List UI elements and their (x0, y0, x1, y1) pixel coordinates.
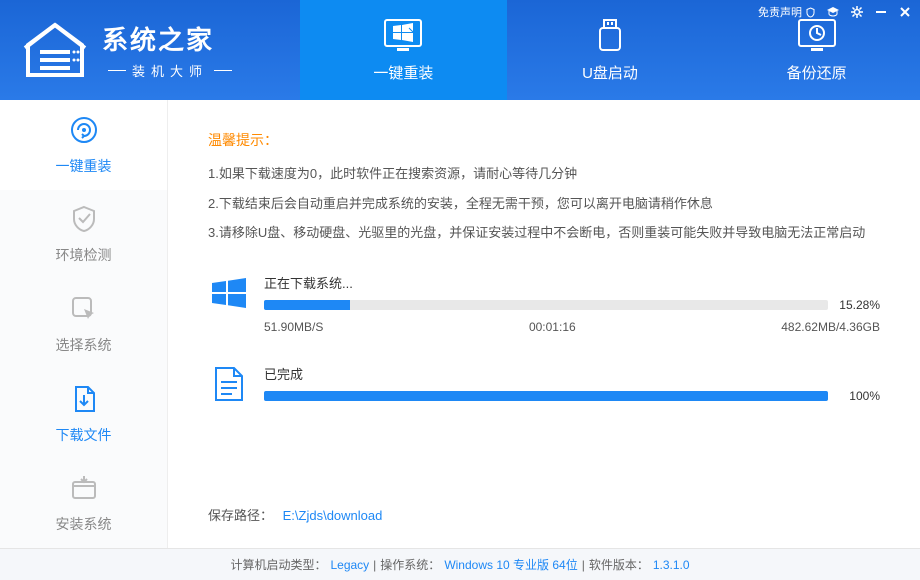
tab-label: 一键重装 (373, 62, 433, 83)
sidebar-item-label: 安装系统 (56, 514, 112, 534)
completed-progress-fill (264, 391, 828, 401)
download-elapsed: 00:01:16 (529, 320, 576, 334)
download-percent: 15.28% (836, 298, 880, 312)
shield-icon (805, 7, 816, 18)
sidebar-item-install[interactable]: 安装系统 (0, 458, 167, 548)
version-value: 1.3.1.0 (653, 558, 690, 572)
document-icon (208, 364, 248, 404)
sidebar-item-reinstall[interactable]: 一键重装 (0, 100, 167, 190)
close-icon[interactable] (898, 5, 912, 19)
logo-subtitle: 装机大师 (102, 61, 238, 80)
tips-line: 2.下载结束后会自动重启并完成系统的安装，全程无需干预，您可以离开电脑请稍作休息 (208, 194, 880, 214)
logo-title: 系统之家 (102, 20, 238, 57)
usb-icon (590, 18, 630, 54)
sidebar-item-label: 环境检测 (56, 245, 112, 265)
sidebar-item-env-check[interactable]: 环境检测 (0, 190, 167, 280)
shield-check-icon (68, 203, 100, 235)
windows-logo-icon (208, 273, 248, 313)
tab-label: U盘启动 (582, 62, 638, 83)
tab-usb-boot[interactable]: U盘启动 (507, 0, 714, 100)
file-download-icon (68, 383, 100, 415)
minimize-icon[interactable] (874, 5, 888, 19)
boot-type-value: Legacy (330, 558, 369, 572)
monitor-windows-icon (383, 18, 423, 54)
settings-icon[interactable] (850, 5, 864, 19)
boot-type-label: 计算机启动类型： (230, 556, 326, 573)
download-progress-bar (264, 300, 828, 310)
main-content: 温馨提示： 1.如果下载速度为0，此时软件正在搜索资源，请耐心等待几分钟 2.下… (168, 100, 920, 548)
footer: 计算机启动类型： Legacy | 操作系统： Windows 10 专业版 6… (0, 548, 920, 580)
logo-area: 系统之家 装机大师 (0, 0, 300, 100)
download-progress-section: 正在下载系统... 15.28% 51.90MB/S 00:01:16 482.… (208, 273, 880, 334)
logo-house-icon (20, 20, 90, 80)
os-label: 操作系统： (380, 556, 440, 573)
download-status-label: 正在下载系统... (264, 273, 880, 292)
tips-line: 3.请移除U盘、移动硬盘、光驱里的光盘，并保证安装过程中不会断电，否则重装可能失… (208, 223, 880, 243)
sidebar: 一键重装 环境检测 选择系统 下载文件 安装系统 (0, 100, 168, 548)
target-refresh-icon (68, 114, 100, 146)
completed-progress-bar (264, 391, 828, 401)
body: 一键重装 环境检测 选择系统 下载文件 安装系统 温馨提示： 1.如果下载速度为… (0, 100, 920, 548)
save-path-label: 保存路径： (208, 508, 273, 523)
download-speed: 51.90MB/S (264, 320, 323, 334)
sidebar-item-label: 一键重装 (56, 156, 112, 176)
download-meta: 51.90MB/S 00:01:16 482.62MB/4.36GB (264, 320, 880, 334)
completed-label: 已完成 (264, 364, 880, 383)
download-size: 482.62MB/4.36GB (781, 320, 880, 334)
graduation-cap-icon[interactable] (826, 5, 840, 19)
completed-percent: 100% (836, 389, 880, 403)
sidebar-item-label: 选择系统 (56, 335, 112, 355)
cursor-select-icon (68, 293, 100, 325)
os-value: Windows 10 专业版 64位 (444, 556, 577, 573)
box-install-icon (68, 472, 100, 504)
version-label: 软件版本： (589, 556, 649, 573)
tab-label: 备份还原 (787, 62, 847, 83)
disclaimer-link[interactable]: 免责声明 (758, 4, 816, 20)
monitor-restore-icon (797, 18, 837, 54)
save-path-value[interactable]: E:\Zjds\download (283, 508, 383, 523)
window-controls: 免责声明 (758, 4, 912, 20)
header: 系统之家 装机大师 一键重装 U盘启动 (0, 0, 920, 100)
save-path-row: 保存路径： E:\Zjds\download (208, 505, 382, 524)
download-progress-fill (264, 300, 350, 310)
completed-progress-section: 已完成 100% (208, 364, 880, 404)
tab-reinstall[interactable]: 一键重装 (300, 0, 507, 100)
sidebar-item-select-system[interactable]: 选择系统 (0, 279, 167, 369)
tips-title: 温馨提示： (208, 130, 880, 150)
sidebar-item-label: 下载文件 (56, 425, 112, 445)
sidebar-item-download[interactable]: 下载文件 (0, 369, 167, 459)
tips-line: 1.如果下载速度为0，此时软件正在搜索资源，请耐心等待几分钟 (208, 164, 880, 184)
